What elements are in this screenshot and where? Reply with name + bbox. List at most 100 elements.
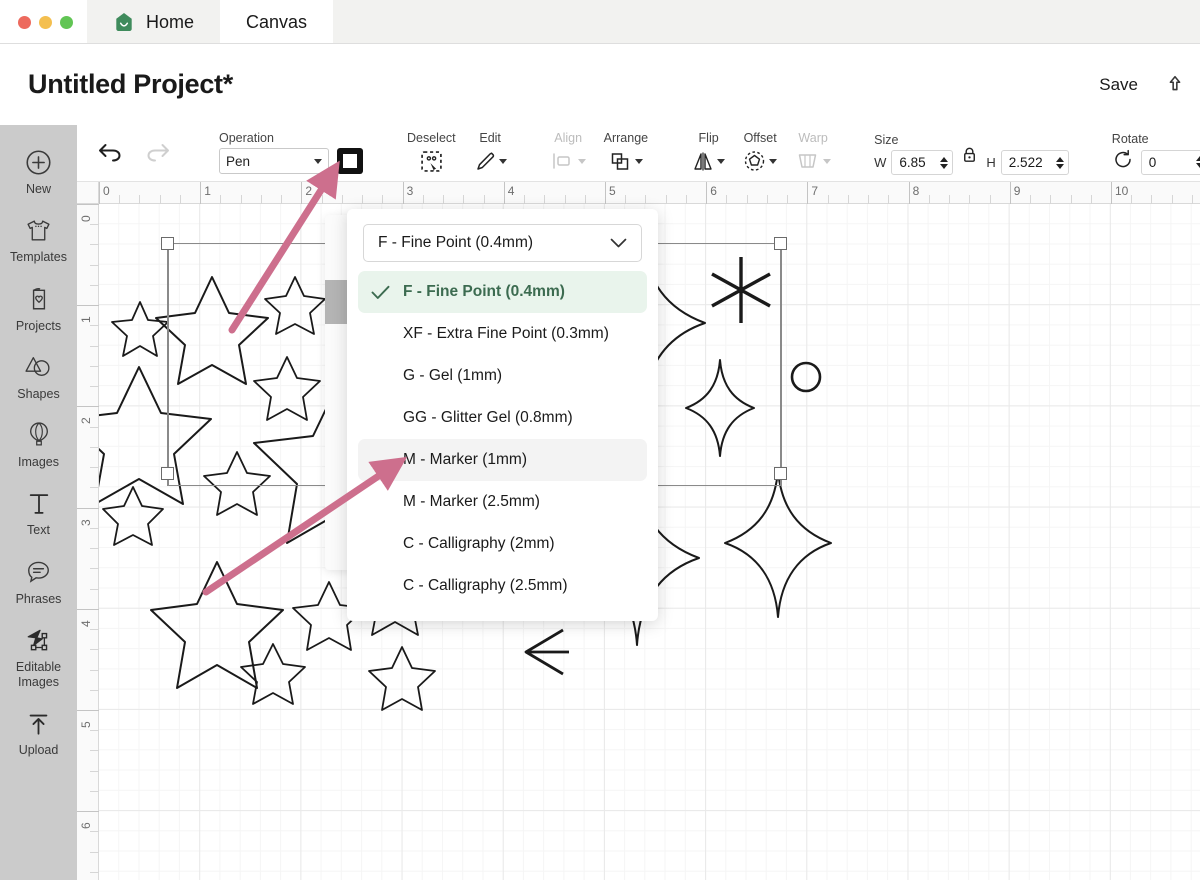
selection-right-edge: [780, 243, 782, 486]
deselect-label: Deselect: [407, 130, 456, 145]
selection-handle-top-left[interactable]: [161, 237, 174, 250]
maximize-window-button[interactable]: [60, 15, 73, 29]
ruler-label-h: 10: [1115, 184, 1129, 198]
minimize-window-button[interactable]: [39, 15, 52, 29]
rotate-input[interactable]: 0: [1140, 149, 1200, 175]
sidebar-item-upload[interactable]: Upload: [0, 699, 77, 767]
save-button[interactable]: Save: [1095, 69, 1142, 101]
pen-type-option-label: F - Fine Point (0.4mm): [403, 283, 565, 300]
ruler-minor-tick-h: [726, 195, 728, 204]
flip-label: Flip: [698, 130, 719, 145]
ruler-minor-tick-h: [969, 195, 971, 204]
arrange-icon[interactable]: [609, 148, 643, 174]
chevron-down-icon: [634, 158, 643, 164]
flip-control[interactable]: Flip: [683, 130, 734, 175]
close-window-button[interactable]: [18, 15, 31, 29]
pen-type-option[interactable]: F - Fine Point (0.4mm): [358, 271, 647, 313]
sidebar-item-templates[interactable]: Templates: [0, 206, 77, 274]
ruler-minor-tick-h: [281, 195, 283, 204]
ruler-label-h: 8: [912, 184, 920, 198]
tab-canvas[interactable]: Canvas: [220, 0, 334, 44]
ruler-minor-tick-h: [564, 195, 566, 204]
share-icon[interactable]: [1164, 73, 1186, 97]
plus-circle-icon: [25, 147, 52, 177]
sidebar-item-label: Projects: [15, 318, 62, 333]
sidebar-item-shapes[interactable]: Shapes: [0, 343, 77, 411]
pen-type-option[interactable]: C - Calligraphy (2mm): [358, 523, 647, 565]
sidebar-item-projects[interactable]: Projects: [0, 275, 77, 343]
height-input[interactable]: 2.522: [1000, 150, 1069, 175]
width-field[interactable]: W 6.85: [874, 150, 954, 175]
sidebar-item-images[interactable]: Images: [0, 411, 77, 479]
offset-icon[interactable]: [743, 148, 778, 174]
selection-left-edge: [167, 243, 169, 486]
ruler-minor-tick-h: [888, 195, 890, 204]
ruler-label-v: 4: [79, 620, 93, 627]
pen-type-option[interactable]: GG - Glitter Gel (0.8mm): [358, 397, 647, 439]
pencil-icon[interactable]: [474, 148, 507, 174]
sidebar-item-label: Editable Images: [16, 660, 61, 691]
sidebar-item-text[interactable]: Text: [0, 479, 77, 547]
width-input[interactable]: 6.85: [891, 150, 954, 175]
aspect-lock-control[interactable]: [953, 147, 986, 164]
ruler-label-h: 3: [406, 184, 414, 198]
color-swatch-button[interactable]: [337, 148, 363, 174]
arrange-control[interactable]: Arrange: [595, 131, 657, 175]
ruler-minor-tick-v: [90, 568, 99, 570]
width-value: 6.85: [899, 155, 926, 170]
pen-type-option[interactable]: XF - Extra Fine Point (0.3mm): [358, 313, 647, 355]
redo-icon[interactable]: [145, 140, 173, 167]
rotate-icon[interactable]: [1112, 149, 1134, 175]
project-header: Untitled Project* Save: [0, 44, 1200, 125]
ruler-minor-tick-h: [989, 195, 991, 204]
ruler-minor-tick-v: [90, 831, 99, 833]
edit-control[interactable]: Edit: [465, 131, 516, 175]
ruler-tick-v: [77, 204, 99, 205]
sidebar-item-editable-images[interactable]: Editable Images: [0, 616, 77, 700]
ruler-minor-tick-h: [625, 195, 627, 204]
hot-air-balloon-icon: [27, 420, 51, 450]
selection-handle-top-right[interactable]: [774, 237, 787, 250]
rotate-stepper[interactable]: [1195, 156, 1200, 168]
chevron-down-icon: [717, 158, 726, 164]
offset-control[interactable]: Offset: [734, 131, 786, 175]
ruler-label-h: 7: [811, 184, 819, 198]
flip-icon[interactable]: [692, 148, 726, 174]
selection-handle-bottom-right[interactable]: [774, 467, 787, 480]
height-stepper[interactable]: [1055, 156, 1064, 169]
deselect-icon[interactable]: [420, 148, 443, 174]
deselect-control[interactable]: Deselect: [398, 130, 465, 175]
ruler-minor-tick-h: [847, 195, 849, 204]
ruler-minor-tick-h: [159, 195, 161, 204]
check-icon: [371, 285, 403, 300]
sidebar-item-new[interactable]: New: [0, 138, 77, 206]
undo-icon[interactable]: [95, 140, 123, 167]
tab-home-label: Home: [146, 11, 195, 32]
height-field[interactable]: H 2.522: [986, 150, 1069, 175]
size-label: Size: [874, 132, 899, 147]
ruler-label-h: 5: [609, 184, 616, 198]
width-stepper[interactable]: [940, 156, 949, 169]
pen-type-option[interactable]: C - Calligraphy (2.5mm): [358, 565, 647, 607]
ruler-minor-tick-h: [422, 195, 424, 204]
chevron-down-icon: [610, 238, 627, 247]
tab-home[interactable]: Home: [87, 0, 221, 44]
selection-handle-bottom-left[interactable]: [161, 467, 174, 480]
traffic-lights: [0, 0, 87, 44]
sidebar-item-phrases[interactable]: Phrases: [0, 548, 77, 616]
ruler-minor-tick-v: [90, 224, 99, 226]
pen-type-dropdown-trigger[interactable]: F - Fine Point (0.4mm): [363, 224, 642, 262]
pen-type-option-label: C - Calligraphy (2.5mm): [403, 577, 568, 594]
pen-type-option[interactable]: G - Gel (1mm): [358, 355, 647, 397]
operation-select-value: Pen: [226, 153, 251, 169]
pen-type-option[interactable]: M - Marker (1mm): [358, 439, 647, 481]
ruler-minor-tick-h: [179, 195, 181, 204]
pen-type-option[interactable]: M - Marker (2.5mm): [358, 481, 647, 523]
operation-select[interactable]: Pen: [219, 148, 329, 174]
upload-arrow-icon: [26, 708, 51, 738]
pen-type-option-label: GG - Glitter Gel (0.8mm): [403, 409, 573, 426]
ruler-minor-tick-h: [544, 195, 546, 204]
ruler-minor-tick-v: [90, 669, 99, 671]
ruler-minor-tick-v: [90, 365, 99, 367]
sidebar-item-label-line1: Editable: [15, 659, 62, 674]
